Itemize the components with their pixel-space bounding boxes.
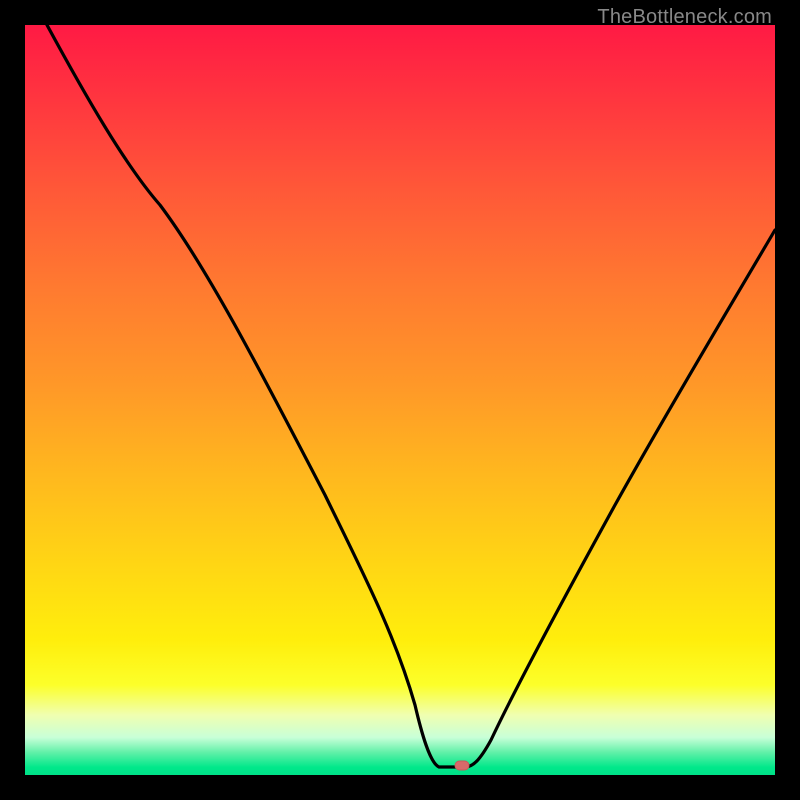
bottleneck-chart: TheBottleneck.com xyxy=(0,0,800,800)
bottleneck-marker xyxy=(455,761,469,770)
plot-area xyxy=(25,25,775,775)
watermark-label: TheBottleneck.com xyxy=(597,6,772,29)
bottleneck-curve-path xyxy=(47,25,775,767)
curve-svg xyxy=(25,25,775,775)
